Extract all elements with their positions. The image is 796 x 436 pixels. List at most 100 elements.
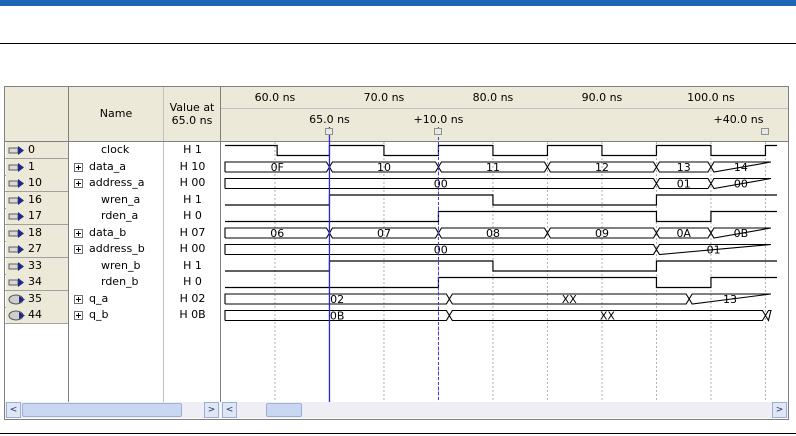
input-pin-icon	[8, 195, 28, 209]
data_b-bus-value: 09	[595, 227, 609, 240]
signal-id-cell[interactable]: 33	[6, 257, 68, 275]
signal-id: 18	[28, 225, 42, 239]
time-marker-label: +10.0 ns	[413, 113, 464, 126]
wave-scroll-left-button[interactable]: <	[222, 402, 237, 418]
data_b-bus-value: 0B	[734, 227, 749, 240]
name-column-border	[163, 87, 164, 402]
id-column-border	[68, 87, 69, 402]
input-pin-icon	[8, 162, 28, 176]
q_a-bus-value: 02	[330, 293, 344, 306]
list-horizontal-scrollbar[interactable]: < >	[5, 402, 220, 418]
data_a-bus-value: 14	[734, 161, 748, 174]
expand-bus-icon[interactable]	[74, 311, 83, 320]
data_b-bus-value: 08	[486, 227, 500, 240]
wave-scroll-right-button[interactable]: >	[772, 402, 787, 418]
signal-name[interactable]: q_a	[89, 292, 108, 306]
time-tick-label: 100.0 ns	[687, 91, 735, 104]
signal-name[interactable]: address_b	[89, 242, 145, 256]
signal-name[interactable]: wren_a	[101, 193, 140, 207]
signal-id: 35	[28, 291, 42, 305]
signal-id-cell[interactable]: 16	[6, 191, 68, 209]
signal-name[interactable]: rden_b	[101, 275, 139, 289]
marker-handle[interactable]	[434, 128, 443, 135]
q_a-bus-value: XX	[562, 293, 578, 306]
data_b-bus-value: 06	[270, 227, 284, 240]
signal-name[interactable]: data_a	[89, 160, 126, 174]
signal-value: H 07	[179, 225, 206, 239]
address_b-bus-value: 00	[434, 244, 448, 257]
scroll-right-button[interactable]: >	[204, 402, 219, 418]
signal-id: 17	[28, 209, 42, 222]
value-column-header-line2[interactable]: 65.0 ns	[164, 114, 220, 127]
address_b-bus-value: 01	[707, 244, 721, 257]
time-tick-label: 70.0 ns	[363, 91, 405, 104]
signal-id: 10	[28, 176, 42, 189]
waveform-canvas[interactable]: 0F 10 11 12 13 14 00 01 00 06 07 08 09 0A 0B 00 01 02 XX 13…	[221, 87, 788, 402]
signal-id: 0	[28, 143, 35, 156]
wren_b-waveform	[225, 260, 777, 272]
signal-id-cell[interactable]: 35	[6, 290, 68, 308]
rden_b-waveform	[225, 276, 777, 289]
wave-horizontal-scrollbar[interactable]: < >	[221, 402, 788, 418]
signal-value: H 00	[179, 242, 206, 255]
signal-value: H 1	[183, 258, 202, 272]
signal-value: H 1	[183, 143, 202, 156]
wren_a-waveform	[225, 194, 777, 206]
signal-name[interactable]: rden_a	[101, 209, 138, 223]
signal-id-cell[interactable]: 0	[6, 142, 68, 158]
expand-bus-icon[interactable]	[74, 245, 83, 254]
row-divider	[5, 323, 68, 324]
signal-id-cell[interactable]: 1	[6, 158, 68, 176]
input-pin-icon	[8, 145, 28, 159]
signal-name[interactable]: q_b	[89, 308, 108, 322]
signal-id-cell[interactable]: 34	[6, 274, 68, 290]
signal-id-cell[interactable]: 18	[6, 224, 68, 241]
data_a-bus-value: 11	[486, 161, 500, 174]
clock-waveform	[225, 144, 777, 157]
signal-id: 16	[28, 192, 42, 206]
rden_a-waveform	[225, 210, 777, 223]
scroll-left-button[interactable]: <	[6, 402, 21, 418]
waveform-editor: Name Value at 65.0 ns 0F 10 11 12 13 14 00 01 00…	[4, 86, 789, 420]
marker-handle[interactable]	[325, 128, 334, 135]
signal-id-cell[interactable]: 44	[6, 307, 68, 323]
signal-id-cell[interactable]: 17	[6, 208, 68, 224]
signal-id: 27	[28, 242, 42, 255]
address_a-bus-value: 01	[677, 178, 691, 191]
signal-name[interactable]: wren_b	[101, 259, 141, 273]
signal-id-cell[interactable]: 27	[6, 241, 68, 257]
signal-id-cell[interactable]: 10	[6, 175, 68, 191]
q_b-bus-value: XX	[600, 310, 616, 323]
output-pin-icon	[8, 294, 28, 308]
expand-bus-icon[interactable]	[74, 228, 83, 238]
top-divider	[0, 43, 796, 44]
input-pin-icon	[8, 277, 28, 291]
expand-bus-icon[interactable]	[74, 162, 83, 172]
signal-name[interactable]: data_b	[89, 226, 126, 240]
input-pin-icon	[8, 178, 28, 192]
input-pin-icon	[8, 261, 28, 275]
marker-handle[interactable]	[761, 128, 770, 135]
time-marker-label: 65.0 ns	[309, 113, 350, 126]
signal-name[interactable]: address_a	[89, 176, 144, 190]
data_a-bus-value: 0F	[271, 161, 284, 174]
signal-value: H 0	[183, 275, 202, 288]
address_a-bus-value: 00	[734, 178, 748, 191]
signal-id: 44	[28, 308, 42, 321]
input-pin-icon	[8, 211, 28, 225]
data_a-bus-value: 13	[677, 161, 691, 174]
input-pin-icon	[8, 244, 28, 258]
signal-value: H 02	[179, 291, 206, 305]
expand-bus-icon[interactable]	[74, 294, 83, 304]
signal-name[interactable]: clock	[101, 143, 129, 157]
address_a-bus-value: 00	[434, 178, 448, 191]
name-column-header[interactable]: Name	[69, 107, 163, 120]
list-scroll-thumb[interactable]	[22, 403, 182, 417]
expand-bus-icon[interactable]	[74, 179, 83, 188]
output-pin-icon	[8, 310, 28, 324]
value-column-header-line1[interactable]: Value at	[164, 101, 220, 114]
q_b-bus-value: 0B	[330, 310, 345, 323]
q_a-bus-value: 13	[723, 293, 737, 306]
wave-scroll-thumb[interactable]	[266, 403, 302, 417]
signal-id: 33	[28, 258, 42, 272]
